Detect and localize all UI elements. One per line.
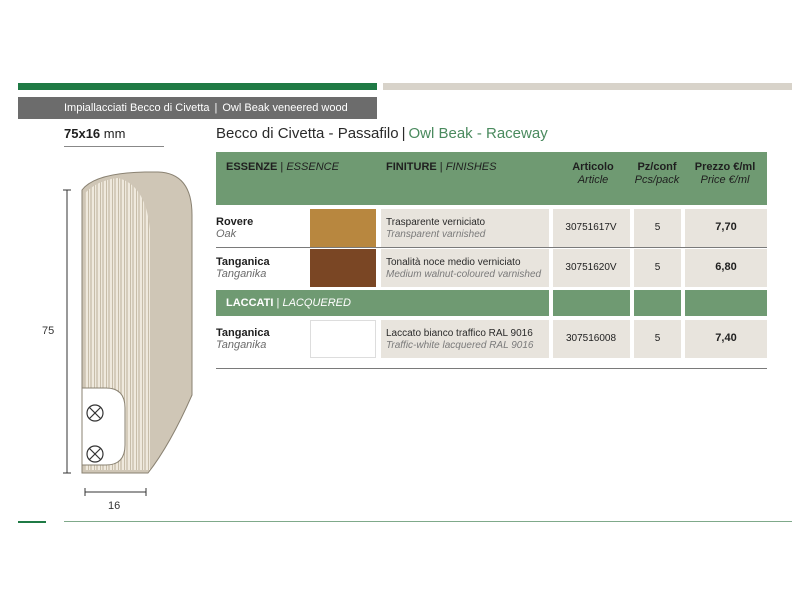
row-finish-en: Traffic-white lacquered RAL 9016 (386, 340, 534, 351)
row-finish-it: Laccato bianco traffico RAL 9016 (386, 328, 533, 339)
profile-section-shape (81, 171, 193, 474)
footer-accent (18, 521, 46, 523)
table-row-name: Tanganica Tanganika (216, 256, 270, 280)
row-pcs: 5 (654, 262, 661, 273)
lacquered-label-en: LACQUERED (282, 297, 351, 309)
width-label: 16 (108, 500, 121, 512)
column-essence: ESSENZE | ESSENCE (226, 161, 339, 174)
row-article-code: 307516008 (565, 333, 617, 344)
column-article-en: Article (577, 174, 609, 186)
row-divider (216, 247, 767, 248)
row-price: 7,40 (715, 332, 737, 344)
row-name-it: Rovere (216, 216, 254, 228)
column-article-it: Articolo (572, 161, 614, 173)
column-price-en: Price €/ml (700, 174, 750, 186)
table-row-finish: Tonalità noce medio verniciato Medium wa… (386, 257, 541, 281)
footer-line (64, 521, 792, 522)
white-swatch (310, 320, 376, 358)
row-pcs: 5 (654, 222, 661, 233)
table-row-name: Tanganica Tanganika (216, 327, 270, 351)
lacquered-header-cell (634, 290, 681, 316)
table-bottom-divider (216, 368, 767, 369)
width-dimension-line (84, 488, 147, 496)
row-article-code: 30751617V (565, 222, 617, 233)
column-essence-separator: | (280, 161, 284, 173)
height-label: 75 (42, 325, 55, 337)
column-price: Prezzo €/ml Price €/ml (685, 161, 765, 187)
table-row-finish: Laccato bianco traffico RAL 9016 Traffic… (386, 328, 534, 352)
row-price: 7,70 (715, 221, 737, 233)
screw-icon-upper (86, 404, 104, 422)
column-pcs-en: Pcs/pack (634, 174, 680, 186)
table-row-name: Rovere Oak (216, 216, 253, 240)
row-name-it: Tanganica (216, 256, 270, 268)
row-article-code: 30751620V (565, 262, 617, 273)
lacquered-header-cell (685, 290, 767, 316)
column-finish-separator: | (439, 161, 443, 173)
row-finish-it: Tonalità noce medio verniciato (386, 257, 521, 268)
screw-icon-lower (86, 445, 104, 463)
row-price: 6,80 (715, 261, 737, 273)
row-finish-en: Transparent varnished (386, 229, 486, 240)
lacquered-label-it: LACCATI (226, 297, 274, 309)
column-finish: FINITURE | FINISHES (386, 161, 496, 174)
lacquered-label-separator: | (276, 297, 280, 309)
column-pcs: Pz/conf Pcs/pack (630, 161, 684, 187)
column-finish-it: FINITURE (386, 161, 437, 173)
row-name-en: Oak (216, 228, 237, 240)
oak-swatch (310, 209, 376, 247)
row-name-it: Tanganica (216, 327, 270, 339)
column-price-it: Prezzo €/ml (694, 161, 756, 173)
lacquered-header-cell (553, 290, 630, 316)
table-row-finish: Trasparente verniciato Transparent varni… (386, 217, 485, 241)
column-pcs-it: Pz/conf (637, 161, 677, 173)
row-finish-en: Medium walnut-coloured varnished (386, 269, 542, 280)
column-essence-it: ESSENZE (226, 161, 278, 173)
row-name-en: Tanganika (216, 268, 267, 280)
lacquered-section-label: LACCATI | LACQUERED (226, 297, 351, 309)
row-name-en: Tanganika (216, 339, 267, 351)
walnut-swatch (310, 249, 376, 287)
row-finish-it: Trasparente verniciato (386, 217, 486, 228)
column-finish-en: FINISHES (445, 161, 497, 173)
column-article: Articolo Article (553, 161, 633, 187)
column-essence-en: ESSENCE (286, 161, 339, 173)
row-pcs: 5 (654, 333, 661, 344)
height-dimension-line (63, 189, 71, 474)
